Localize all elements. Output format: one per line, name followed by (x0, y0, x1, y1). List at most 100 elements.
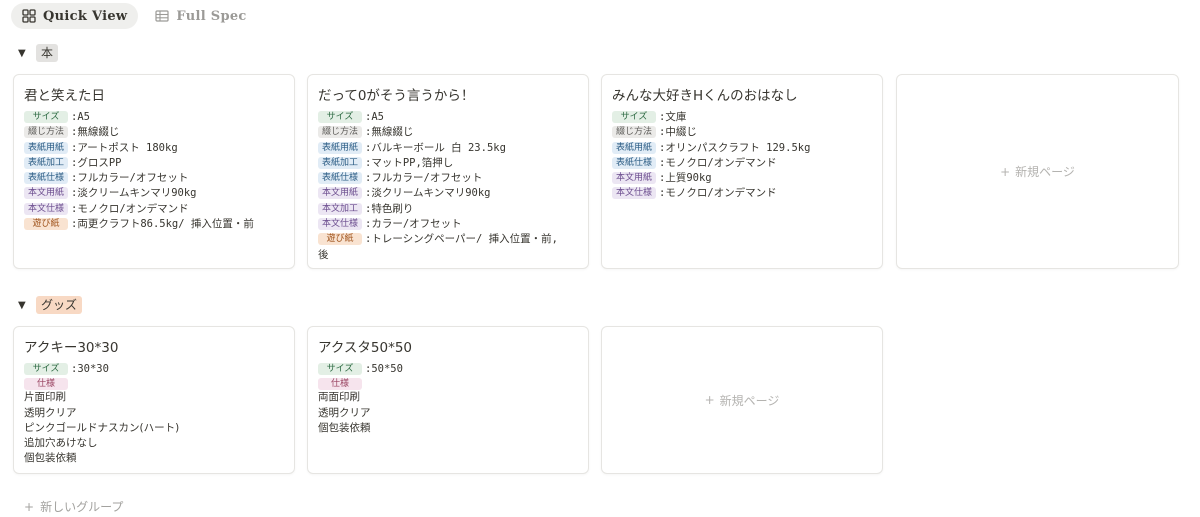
property-value: 50*50 (371, 363, 403, 375)
property-row: 本文用紙: 上質90kg (612, 171, 872, 186)
spec-line: 透明クリア (24, 406, 77, 419)
property-row: 本文用紙: 淡クリームキンマリ90kg (318, 186, 578, 201)
property-value: トレーシングペーパー/ 挿入位置・前, (371, 233, 558, 246)
property-row: 本文仕様: モノクロ/オンデマンド (612, 186, 872, 201)
tab-label: Full Spec (176, 8, 247, 24)
group-name: グッズ (36, 296, 83, 314)
property-value: カラー/オフセット (371, 218, 462, 231)
group-header-books[interactable]: ▼ 本 (18, 43, 59, 63)
property-label: サイズ (318, 363, 362, 375)
property-value: 淡クリームキンマリ90kg (77, 187, 197, 200)
property-row: 綴じ方法: 無線綴じ (24, 125, 284, 140)
group-header-goods[interactable]: ▼ グッズ (18, 295, 83, 315)
property-label: 本文用紙 (318, 187, 363, 200)
property-label: 本文仕様 (612, 187, 657, 200)
spec-line: 追加穴あけなし (24, 437, 98, 450)
new-group-label: 新しいグループ (40, 500, 124, 514)
property-label: 表紙用紙 (612, 141, 657, 154)
property-row: 仕様 (24, 377, 284, 391)
group-name: 本 (36, 44, 59, 62)
property-label: 綴じ方法 (24, 126, 69, 139)
property-row: 表紙用紙: バルキーボール 白 23.5kg (318, 141, 578, 156)
spec-line: 個包装依頼 (318, 421, 371, 434)
property-value: アートポスト 180kg (77, 141, 178, 154)
property-label: 遊び紙 (24, 218, 68, 231)
property-value: 特色刷り (371, 202, 414, 215)
property-value: 淡クリームキンマリ90kg (371, 187, 491, 200)
property-label: サイズ (24, 363, 68, 375)
spec-line: ピンクゴールドナスカン(ハート) (24, 421, 180, 434)
property-label: サイズ (612, 111, 656, 123)
property-label: 表紙用紙 (24, 141, 69, 154)
plus-icon: + (1000, 164, 1011, 179)
property-value: フルカラー/オフセット (371, 172, 483, 185)
gallery-card[interactable]: アクスタ50*50 サイズ:50*50 仕様 両面印刷 透明クリア 個包装依頼 (307, 326, 589, 474)
card-title: だって0がそう言うから！ (318, 88, 475, 104)
property-value: バルキーボール 白 23.5kg (371, 141, 506, 154)
property-row: 本文用紙: 淡クリームキンマリ90kg (24, 186, 284, 201)
property-label: 表紙仕様 (24, 172, 69, 185)
property-label: 表紙仕様 (612, 156, 657, 169)
spec-line: 個包装依頼 (24, 452, 77, 465)
plus-icon: + (24, 499, 35, 514)
new-group-button[interactable]: + 新しいグループ (24, 498, 123, 515)
tab-quick-view[interactable]: Quick View (11, 3, 139, 29)
tab-full-spec[interactable]: Full Spec (144, 3, 257, 29)
tab-label: Quick View (43, 8, 128, 24)
property-value: 上質90kg (665, 172, 712, 185)
property-label: 表紙加工 (318, 156, 363, 169)
card-title: 君と笑えた日 (24, 88, 105, 104)
property-value: A5 (77, 111, 90, 123)
property-label: 本文仕様 (24, 202, 69, 215)
property-row: 表紙仕様: モノクロ/オンデマンド (612, 156, 872, 171)
table-icon (155, 10, 170, 22)
property-value: モノクロ/オンデマンド (665, 187, 777, 200)
spec-line: 両面印刷 (318, 391, 360, 404)
property-row: 表紙用紙: オリンパスクラフト 129.5kg (612, 141, 872, 156)
gallery-card[interactable]: みんな大好きHくんのおはなし サイズ: 文庫 綴じ方法: 中綴じ 表紙用紙: オリンパ… (601, 74, 883, 269)
property-row: 表紙仕様: フルカラー/オフセット (318, 171, 578, 186)
property-label: サイズ (24, 111, 68, 123)
plus-icon: + (704, 393, 715, 407)
property-value-wrap: 後 (318, 248, 329, 261)
property-label: 本文用紙 (24, 187, 69, 200)
new-page-card[interactable]: + 新規ページ (601, 326, 883, 474)
property-row: 本文加工: 特色刷り (318, 202, 578, 217)
property-row: サイズ: A5 (24, 110, 284, 125)
property-value: A5 (371, 111, 384, 123)
property-row: サイズ: A5 (318, 110, 578, 125)
property-row: 仕様 (318, 377, 578, 391)
property-label: 表紙仕様 (318, 172, 363, 185)
card-title: アクキー30*30 (24, 340, 119, 356)
toggle-triangle-icon[interactable]: ▼ (18, 48, 28, 59)
property-label: 仕様 (24, 378, 68, 391)
property-value: マットPP,箔押し (371, 156, 454, 169)
property-row: 表紙仕様: フルカラー/オフセット (24, 171, 284, 186)
gallery-card[interactable]: だって0がそう言うから！ サイズ: A5 綴じ方法: 無線綴じ 表紙用紙: バルキーボ… (307, 74, 589, 269)
property-value: モノクロ/オンデマンド (77, 202, 189, 215)
property-row: 綴じ方法: 無線綴じ (318, 125, 578, 140)
toggle-triangle-icon[interactable]: ▼ (18, 300, 28, 311)
view-tabs: Quick View Full Spec (11, 3, 258, 29)
spec-line: 片面印刷 (24, 391, 66, 404)
gallery-card[interactable]: 君と笑えた日 サイズ: A5 綴じ方法: 無線綴じ 表紙用紙: アートポスト 180k… (13, 74, 295, 269)
property-value: 両更クラフト86.5kg/ 挿入位置・前 (77, 218, 254, 231)
property-value: 無線綴じ (371, 126, 414, 139)
property-row: 表紙用紙: アートポスト 180kg (24, 141, 284, 156)
property-label: 綴じ方法 (318, 126, 363, 139)
new-page-card[interactable]: + 新規ページ (896, 74, 1179, 269)
property-value: 中綴じ (665, 126, 697, 139)
property-row: 遊び紙: 両更クラフト86.5kg/ 挿入位置・前 (24, 217, 284, 232)
property-label: 綴じ方法 (612, 126, 657, 139)
property-value: 文庫 (665, 111, 687, 123)
property-row: 表紙加工: グロスPP (24, 156, 284, 171)
property-row: 表紙加工: マットPP,箔押し (318, 156, 578, 171)
property-value: フルカラー/オフセット (77, 172, 189, 185)
property-row: 本文仕様: カラー/オフセット (318, 217, 578, 232)
property-label: 表紙加工 (24, 156, 69, 169)
property-label: 本文加工 (318, 202, 363, 215)
property-value: グロスPP (77, 156, 122, 169)
card-title: みんな大好きHくんのおはなし (612, 88, 798, 104)
gallery-card[interactable]: アクキー30*30 サイズ:30*30 仕様 片面印刷 透明クリア ピンクゴール… (13, 326, 295, 474)
property-row: サイズ:50*50 (318, 362, 578, 377)
